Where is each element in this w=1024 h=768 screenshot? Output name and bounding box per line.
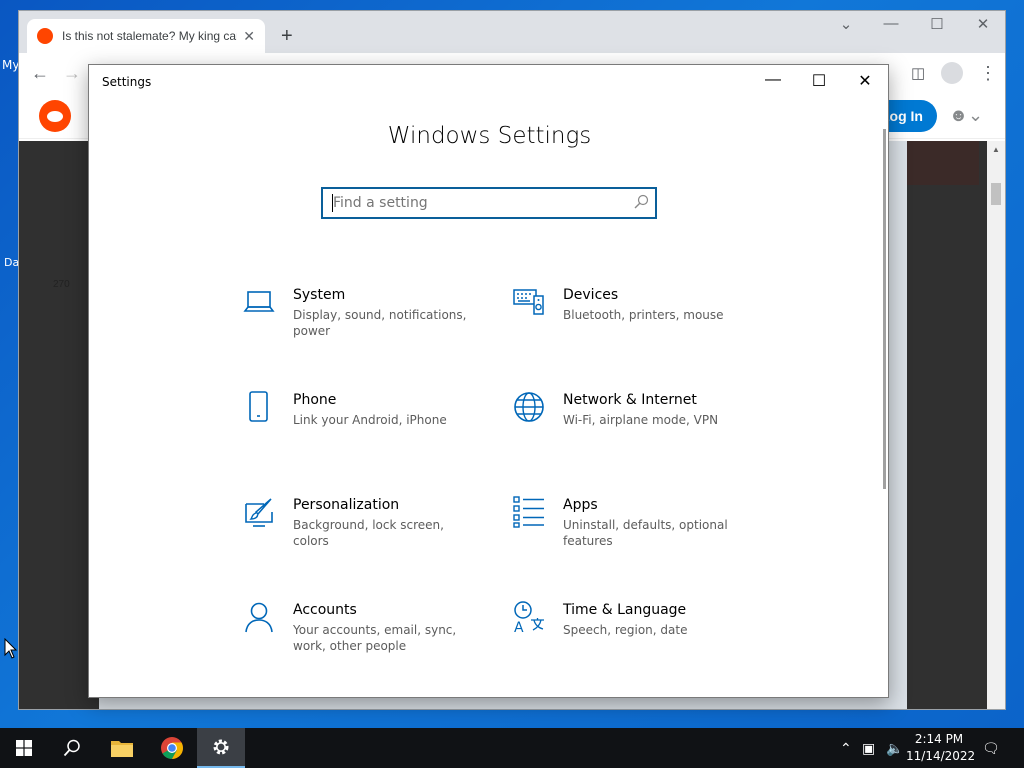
settings-item-desc: Your accounts, email, sync, work, other …: [293, 623, 457, 653]
settings-item-name: Personalization: [293, 497, 400, 513]
taskbar-search-button[interactable]: [48, 728, 96, 768]
settings-taskbar-button[interactable]: [197, 728, 245, 768]
browser-menu-icon[interactable]: ⋮: [979, 63, 997, 84]
show-hidden-icons-chevron-icon[interactable]: ⌃: [840, 740, 852, 757]
text-caret: [332, 194, 333, 212]
reddit-favicon-icon: [37, 28, 53, 44]
settings-item-time-language[interactable]: A Time & Language Speech, region, date: [513, 601, 753, 671]
browser-close-button[interactable]: ✕: [969, 15, 997, 33]
settings-close-button[interactable]: ✕: [842, 71, 888, 93]
settings-item-apps[interactable]: Apps Uninstall, defaults, optional featu…: [513, 496, 753, 566]
profile-avatar-icon[interactable]: [941, 62, 963, 84]
settings-item-name: Phone: [293, 392, 337, 408]
phone-icon: [249, 391, 268, 422]
page-title: Windows Settings: [387, 123, 592, 149]
settings-item-devices[interactable]: Devices Bluetooth, printers, mouse: [513, 286, 753, 356]
tab-strip: Is this not stalemate? My king can't mov…: [19, 11, 1005, 53]
new-tab-button[interactable]: +: [281, 25, 293, 48]
settings-item-desc: Background, lock screen, colors: [293, 518, 444, 548]
file-explorer-button[interactable]: [98, 728, 146, 768]
vote-count: 270: [53, 279, 70, 290]
user-menu-icon[interactable]: ☻⌄: [949, 105, 983, 126]
settings-item-phone[interactable]: Phone Link your Android, iPhone: [243, 391, 483, 461]
settings-item-name: System: [293, 287, 346, 303]
clock[interactable]: 2:14 PM 11/14/2022: [906, 731, 976, 765]
side-panel-icon[interactable]: ◫: [911, 64, 925, 82]
search-box[interactable]: [321, 187, 657, 219]
chrome-button[interactable]: [148, 728, 196, 768]
settings-item-desc: Link your Android, iPhone: [293, 413, 447, 427]
settings-item-desc: Uninstall, defaults, optional features: [563, 518, 728, 548]
browser-maximize-button[interactable]: ☐: [923, 15, 951, 33]
scroll-up-icon[interactable]: ▲: [992, 145, 1000, 154]
settings-item-name: Time & Language: [563, 602, 687, 618]
clock-time: 2:14 PM: [914, 732, 964, 746]
apps-list-icon: [513, 496, 544, 528]
settings-item-system[interactable]: System Display, sound, notifications, po…: [243, 286, 483, 356]
settings-item-desc: Display, sound, notifications, power: [293, 308, 467, 338]
notifications-icon[interactable]: 🗨: [982, 740, 1000, 757]
svg-text:A: A: [514, 620, 524, 633]
desktop-icon-label[interactable]: Da: [4, 256, 19, 269]
settings-item-name: Apps: [563, 497, 598, 513]
desktop-icon-label[interactable]: My: [2, 58, 19, 72]
windows-logo-icon: [16, 740, 32, 756]
taskbar: ⌃ ▣ 🔈 2:14 PM 11/14/2022 🗨: [0, 728, 1024, 768]
search-icon: [63, 739, 80, 757]
post-image-strip: [907, 141, 979, 185]
settings-item-name: Network & Internet: [563, 392, 697, 408]
browser-tab[interactable]: Is this not stalemate? My king can't mov…: [27, 19, 265, 53]
settings-maximize-button[interactable]: ☐: [796, 71, 842, 93]
settings-item-network[interactable]: Network & Internet Wi-Fi, airplane mode,…: [513, 391, 753, 461]
settings-item-personalization[interactable]: Personalization Background, lock screen,…: [243, 496, 483, 566]
globe-icon: [514, 392, 544, 422]
folder-icon: [111, 741, 133, 757]
network-icon[interactable]: ▣: [862, 740, 875, 757]
forward-arrow-icon[interactable]: →: [63, 63, 81, 84]
gear-icon: [213, 739, 229, 755]
chrome-icon: [161, 737, 183, 759]
reddit-logo-icon[interactable]: [39, 100, 71, 132]
tab-search-chevron-icon[interactable]: ⌄: [832, 15, 860, 33]
scroll-thumb[interactable]: [991, 183, 1001, 205]
settings-item-desc: Bluetooth, printers, mouse: [563, 308, 724, 322]
laptop-icon: [243, 291, 275, 312]
settings-item-name: Devices: [563, 287, 619, 303]
keyboard-speaker-icon: [513, 289, 544, 315]
search-icon: [634, 194, 649, 209]
tab-close-icon[interactable]: ✕: [243, 28, 255, 45]
settings-item-desc: Speech, region, date: [563, 623, 688, 637]
volume-icon[interactable]: 🔈: [886, 740, 903, 757]
mouse-cursor-icon: [4, 638, 18, 659]
start-button[interactable]: [0, 728, 48, 768]
settings-scrollbar[interactable]: [883, 129, 886, 489]
time-language-icon: A: [514, 601, 544, 633]
browser-minimize-button[interactable]: —: [877, 15, 905, 32]
settings-item-name: Accounts: [293, 602, 357, 618]
settings-window-title: Settings: [102, 75, 152, 89]
tab-title: Is this not stalemate? My king can't mov…: [62, 29, 237, 43]
person-icon: [245, 602, 273, 633]
settings-item-desc: Wi-Fi, airplane mode, VPN: [563, 413, 719, 427]
search-input[interactable]: [323, 189, 613, 217]
back-arrow-icon[interactable]: ←: [31, 63, 49, 84]
settings-window: Settings — ☐ ✕ Windows Settings System D…: [88, 64, 889, 698]
settings-item-accounts[interactable]: Accounts Your accounts, email, sync, wor…: [243, 601, 483, 671]
page-scrollbar[interactable]: ▲: [987, 141, 1005, 709]
settings-minimize-button[interactable]: —: [750, 71, 796, 93]
clock-date: 11/14/2022: [906, 749, 976, 763]
paintbrush-icon: [245, 498, 273, 527]
